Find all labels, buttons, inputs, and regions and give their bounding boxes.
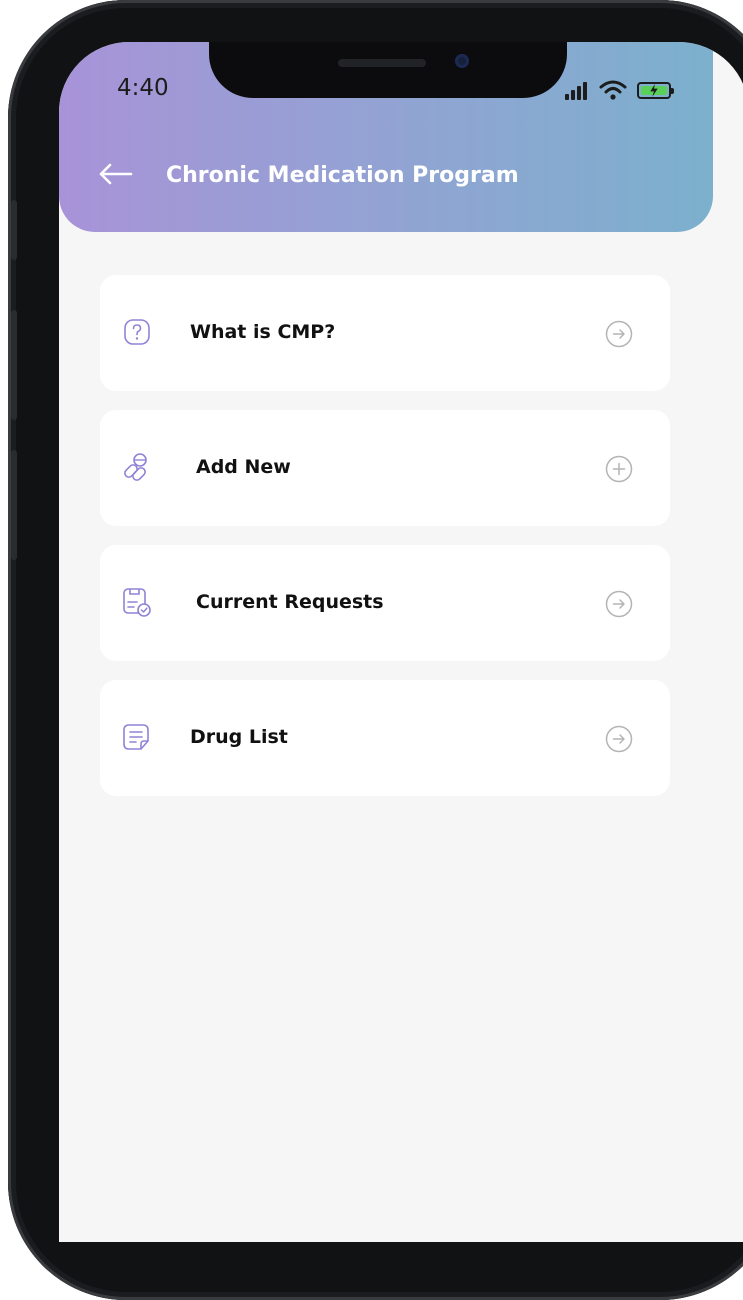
back-arrow-icon[interactable] — [97, 162, 133, 186]
plus-circle-icon[interactable] — [605, 455, 633, 483]
front-camera — [455, 54, 469, 68]
volume-down-button — [11, 450, 17, 560]
arrow-right-circle-icon[interactable] — [605, 725, 633, 753]
prescription-check-icon — [123, 588, 151, 617]
status-time: 4:40 — [117, 75, 169, 101]
menu-item-label: Drug List — [190, 726, 288, 748]
status-icons — [565, 80, 695, 102]
menu-item-label: What is CMP? — [190, 321, 336, 343]
volume-up-button — [11, 310, 17, 420]
menu-item-label: Current Requests — [196, 591, 384, 613]
arrow-right-circle-icon[interactable] — [605, 320, 633, 348]
pills-icon — [124, 453, 147, 481]
menu-item-current-requests[interactable]: Current Requests — [100, 545, 670, 661]
question-icon — [124, 319, 150, 345]
menu-item-add-new[interactable]: Add New — [100, 410, 670, 526]
app-screen: 4:40 Chronic Medication Program What is … — [59, 42, 743, 1242]
device-notch — [209, 42, 567, 98]
page-title: Chronic Medication Program — [166, 163, 519, 188]
menu-list: What is CMP? Add New Current Requests Dr… — [100, 275, 670, 815]
battery-charging-icon — [637, 82, 674, 99]
earpiece-speaker — [338, 59, 426, 67]
arrow-right-circle-icon[interactable] — [605, 590, 633, 618]
wifi-icon — [599, 80, 627, 100]
menu-item-drug-list[interactable]: Drug List — [100, 680, 670, 796]
menu-item-what-is-cmp[interactable]: What is CMP? — [100, 275, 670, 391]
list-document-icon — [123, 724, 149, 750]
cellular-signal-icon — [565, 82, 591, 100]
menu-item-label: Add New — [196, 456, 291, 478]
mute-switch — [11, 200, 17, 260]
